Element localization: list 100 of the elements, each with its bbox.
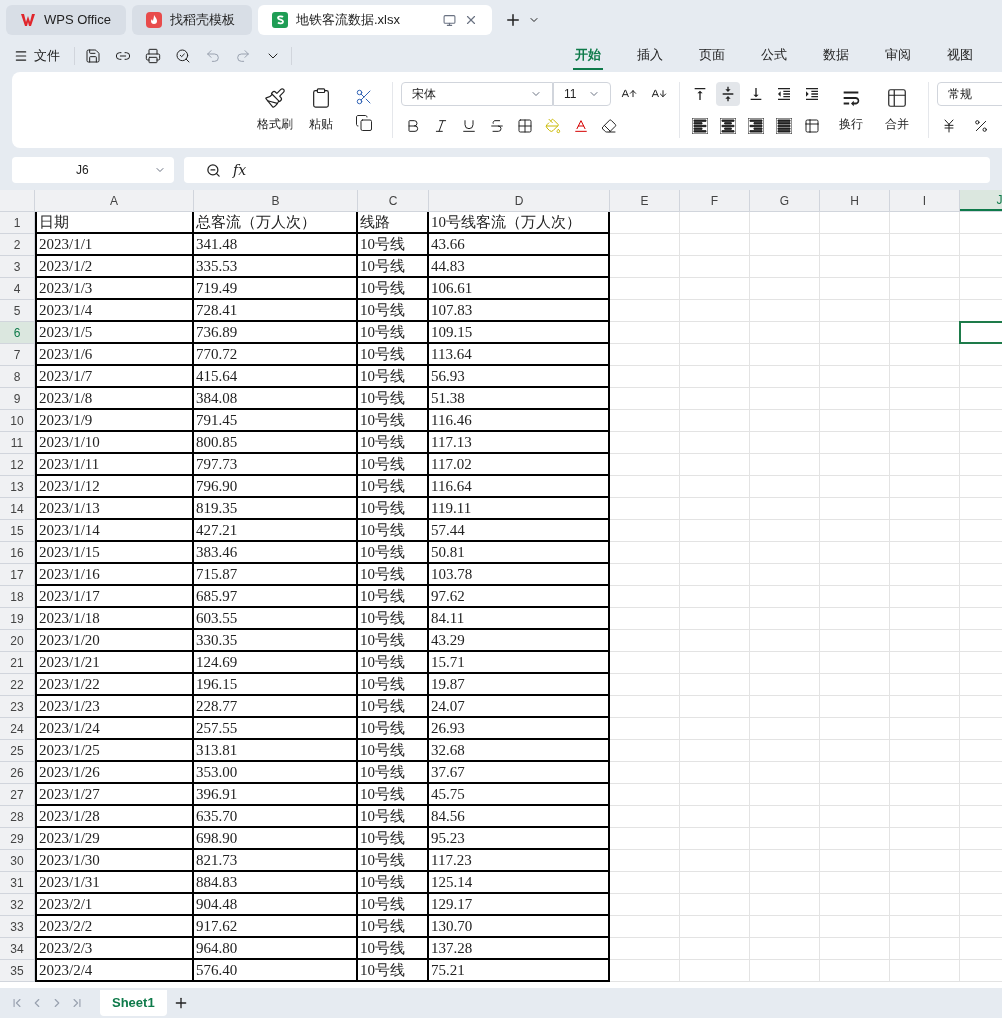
column-header[interactable]: G xyxy=(750,190,820,211)
row-header[interactable]: 32 xyxy=(0,894,35,916)
first-sheet-icon[interactable] xyxy=(10,996,24,1010)
column-header[interactable]: B xyxy=(194,190,358,211)
column-header[interactable]: E xyxy=(610,190,680,211)
table-cell: 2023/1/3 xyxy=(35,278,194,300)
row-header[interactable]: 16 xyxy=(0,542,35,564)
window-tab[interactable]: WPS Office xyxy=(6,5,126,35)
last-sheet-icon[interactable] xyxy=(70,996,84,1010)
table-cell: 736.89 xyxy=(194,322,358,344)
sheet-tab[interactable]: Sheet1 xyxy=(100,990,167,1016)
row-header[interactable]: 20 xyxy=(0,630,35,652)
row-header[interactable]: 34 xyxy=(0,938,35,960)
row-header[interactable]: 30 xyxy=(0,850,35,872)
row-header[interactable]: 4 xyxy=(0,278,35,300)
column-header[interactable]: C xyxy=(358,190,429,211)
zoom-out-icon[interactable] xyxy=(206,162,221,178)
table-cell: 124.69 xyxy=(194,652,358,674)
monitor-icon[interactable] xyxy=(443,13,456,27)
number-format-field[interactable]: 常规 xyxy=(937,82,1002,106)
table-cell: 10号线 xyxy=(358,542,429,564)
table-cell: 103.78 xyxy=(429,564,610,586)
row-header[interactable]: 7 xyxy=(0,344,35,366)
formula-bar[interactable]: fx xyxy=(184,157,990,183)
table-cell: 2023/2/4 xyxy=(35,960,194,982)
row-header[interactable]: 13 xyxy=(0,476,35,498)
table-cell: 10号线 xyxy=(358,564,429,586)
format-painter-label[interactable]: 格式刷 xyxy=(257,115,293,133)
ribbon-tab[interactable]: 审阅 xyxy=(883,42,913,70)
row-header[interactable]: 14 xyxy=(0,498,35,520)
paste-label[interactable]: 粘贴 xyxy=(309,115,333,133)
row-header[interactable]: 3 xyxy=(0,256,35,278)
table-cell: 10号线 xyxy=(358,960,429,982)
font-name-field[interactable]: 宋体 xyxy=(401,82,553,106)
table-cell: 2023/1/9 xyxy=(35,410,194,432)
merge-cells-icon[interactable] xyxy=(886,87,908,109)
table-cell: 10号线 xyxy=(358,476,429,498)
row-header[interactable]: 11 xyxy=(0,432,35,454)
function-button[interactable]: fx xyxy=(233,159,247,181)
cut-icon[interactable] xyxy=(355,88,373,106)
row-header[interactable]: 17 xyxy=(0,564,35,586)
row-header[interactable]: 12 xyxy=(0,454,35,476)
window-tab[interactable]: 地铁客流数据.xlsx xyxy=(258,5,492,35)
table-cell: 116.46 xyxy=(429,410,610,432)
table-cell: 10号线 xyxy=(358,410,429,432)
row-header[interactable]: 26 xyxy=(0,762,35,784)
copy-icon[interactable] xyxy=(355,114,373,132)
row-header[interactable]: 19 xyxy=(0,608,35,630)
row-header[interactable]: 21 xyxy=(0,652,35,674)
column-header[interactable]: H xyxy=(820,190,890,211)
row-header[interactable]: 18 xyxy=(0,586,35,608)
ribbon-tab[interactable]: 公式 xyxy=(759,42,789,70)
row-header[interactable]: 31 xyxy=(0,872,35,894)
row-header[interactable]: 6 xyxy=(0,322,35,344)
ribbon-tab[interactable]: 页面 xyxy=(697,42,727,70)
new-tab-icon[interactable] xyxy=(504,11,522,29)
table-cell: 15.71 xyxy=(429,652,610,674)
table-cell: 10号线 xyxy=(358,278,429,300)
table-cell: 119.11 xyxy=(429,498,610,520)
row-header[interactable]: 9 xyxy=(0,388,35,410)
ribbon-tab[interactable]: 数据 xyxy=(821,42,851,70)
row-header[interactable]: 27 xyxy=(0,784,35,806)
ribbon-tab[interactable]: 开始 xyxy=(573,42,603,70)
close-icon[interactable] xyxy=(464,13,478,27)
row-header[interactable]: 5 xyxy=(0,300,35,322)
row-header[interactable]: 28 xyxy=(0,806,35,828)
column-header[interactable]: F xyxy=(680,190,750,211)
name-box[interactable]: J6 xyxy=(12,157,174,183)
table-cell: 10号线 xyxy=(358,498,429,520)
row-header[interactable]: 23 xyxy=(0,696,35,718)
row-header[interactable]: 10 xyxy=(0,410,35,432)
table-cell: 341.48 xyxy=(194,234,358,256)
menu-icon[interactable] xyxy=(14,49,28,63)
row-header[interactable]: 8 xyxy=(0,366,35,388)
row-header[interactable]: 22 xyxy=(0,674,35,696)
column-header[interactable]: A xyxy=(35,190,194,211)
row-header[interactable]: 15 xyxy=(0,520,35,542)
column-header[interactable]: D xyxy=(429,190,610,211)
tab-title: 地铁客流数据.xlsx xyxy=(296,11,400,30)
ribbon-tab[interactable]: 插入 xyxy=(635,42,665,70)
column-header[interactable]: J xyxy=(960,190,1002,211)
row-header[interactable]: 33 xyxy=(0,916,35,938)
wrap-text-label[interactable]: 换行 xyxy=(839,115,863,133)
row-header[interactable]: 1 xyxy=(0,212,35,234)
font-size-field[interactable]: 11 xyxy=(553,82,611,106)
merge-label[interactable]: 合并 xyxy=(885,115,909,133)
format-painter-icon[interactable] xyxy=(264,87,286,109)
window-tab[interactable]: 找稻壳模板 xyxy=(132,5,252,35)
paste-icon[interactable] xyxy=(310,87,332,109)
row-header[interactable]: 35 xyxy=(0,960,35,982)
table-cell: 117.02 xyxy=(429,454,610,476)
ribbon-tab[interactable]: 视图 xyxy=(945,42,975,70)
align-middle-icon[interactable] xyxy=(716,82,740,106)
table-cell: 10号线 xyxy=(358,586,429,608)
row-header[interactable]: 29 xyxy=(0,828,35,850)
row-header[interactable]: 25 xyxy=(0,740,35,762)
row-header[interactable]: 24 xyxy=(0,718,35,740)
file-menu[interactable]: 文件 xyxy=(34,46,60,66)
table-cell: 415.64 xyxy=(194,366,358,388)
row-header[interactable]: 2 xyxy=(0,234,35,256)
